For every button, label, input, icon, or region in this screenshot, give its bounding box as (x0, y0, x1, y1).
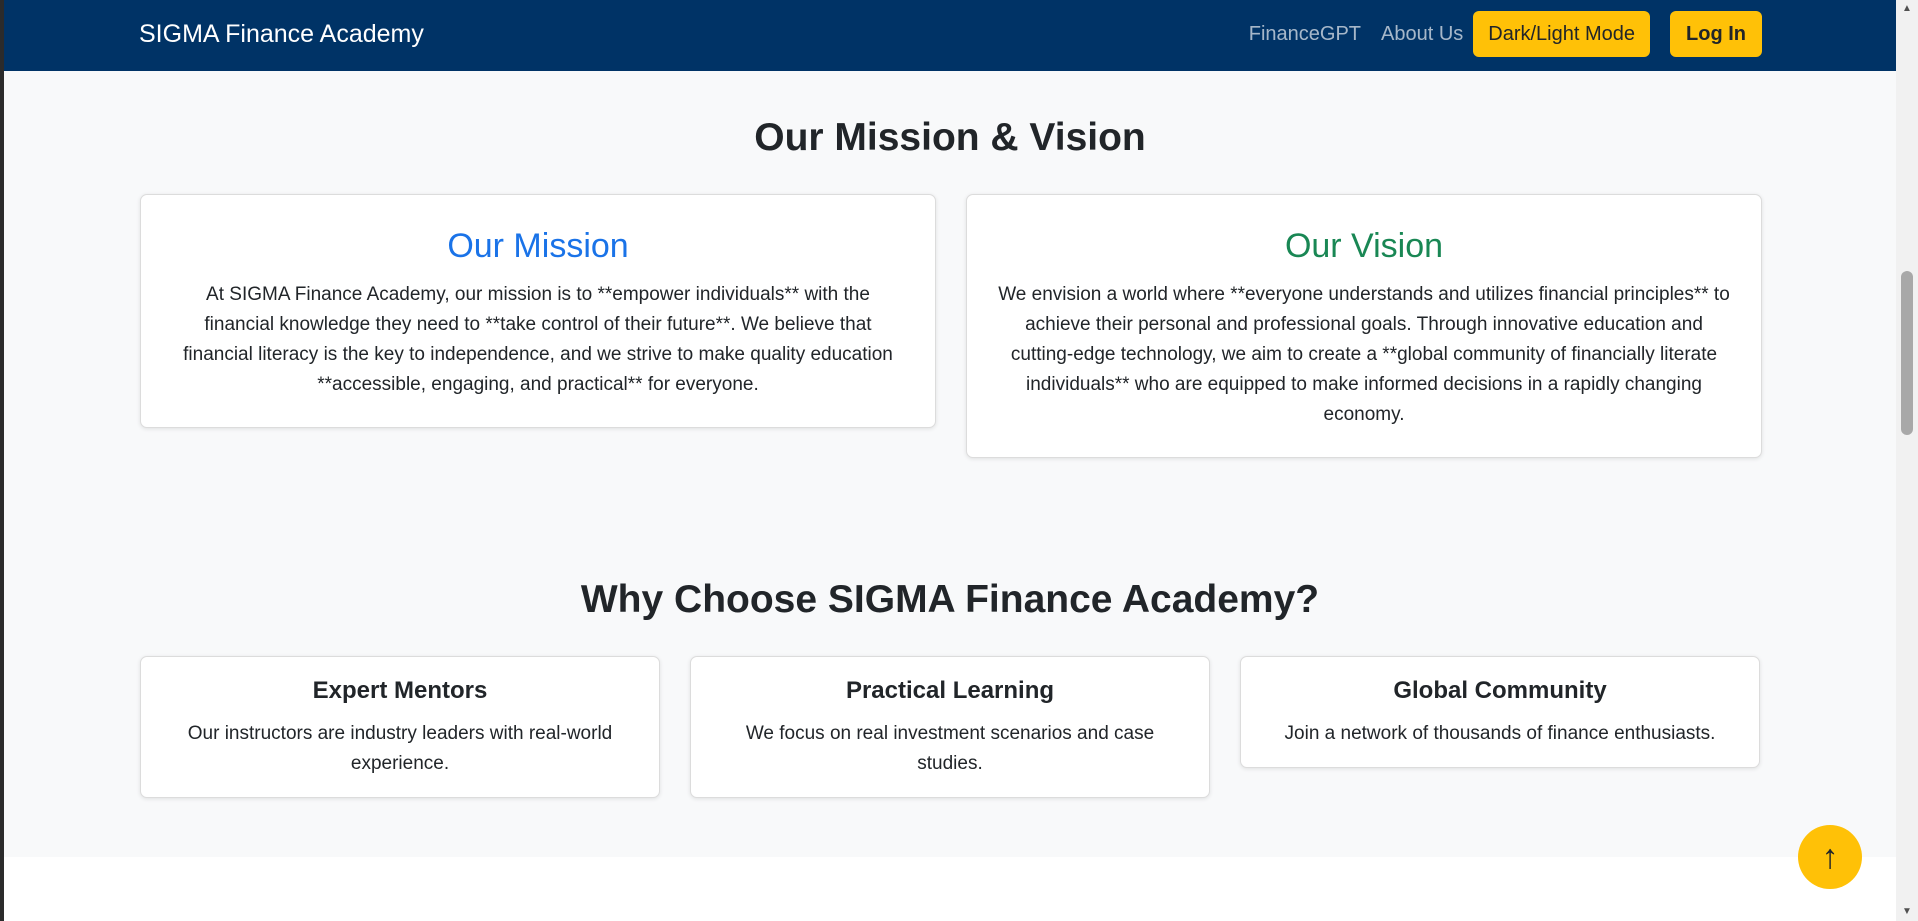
mission-vision-title: Our Mission & Vision (754, 116, 1146, 159)
vertical-scrollbar[interactable]: ▲ ▼ (1896, 0, 1918, 921)
login-button[interactable]: Log In (1670, 11, 1762, 57)
feature-card-expert-mentors: Expert Mentors Our instructors are indus… (140, 656, 660, 798)
nav-link-about-us[interactable]: About Us (1381, 23, 1463, 46)
mission-text: At SIGMA Finance Academy, our mission is… (183, 284, 893, 395)
nav-link-financegpt[interactable]: FinanceGPT (1249, 23, 1361, 46)
arrow-up-icon: ↑ (1821, 837, 1839, 876)
vision-heading: Our Vision (1284, 227, 1444, 265)
top-navbar: SIGMA Finance Academy FinanceGPT About U… (4, 0, 1896, 71)
page-viewport: SIGMA Finance Academy FinanceGPT About U… (4, 0, 1896, 921)
navbar-actions: FinanceGPT About Us Dark/Light Mode Log … (1249, 11, 1762, 57)
mission-heading: Our Mission (447, 227, 629, 265)
feature-heading: Practical Learning (845, 677, 1055, 704)
scroll-up-arrow-icon[interactable]: ▲ (1896, 0, 1918, 18)
vision-text: We envision a world where **everyone und… (998, 284, 1730, 425)
brand-logo-text[interactable]: SIGMA Finance Academy (139, 20, 424, 49)
feature-text: Join a network of thousands of finance e… (1284, 723, 1716, 744)
scroll-down-arrow-icon[interactable]: ▼ (1896, 903, 1918, 921)
feature-heading: Global Community (1393, 677, 1607, 704)
feature-card-global-community: Global Community Join a network of thous… (1240, 656, 1760, 768)
back-to-top-button[interactable]: ↑ (1798, 825, 1862, 889)
feature-heading: Expert Mentors (312, 677, 488, 704)
feature-card-practical-learning: Practical Learning We focus on real inve… (690, 656, 1210, 798)
mission-card: Our Mission At SIGMA Finance Academy, ou… (140, 194, 936, 428)
scrollbar-thumb[interactable] (1901, 271, 1913, 435)
next-section-band (4, 857, 1896, 921)
feature-text: We focus on real investment scenarios an… (745, 723, 1155, 774)
why-choose-title: Why Choose SIGMA Finance Academy? (580, 578, 1320, 621)
feature-text: Our instructors are industry leaders wit… (187, 723, 613, 774)
theme-toggle-button[interactable]: Dark/Light Mode (1473, 11, 1651, 57)
vision-card: Our Vision We envision a world where **e… (966, 194, 1762, 458)
